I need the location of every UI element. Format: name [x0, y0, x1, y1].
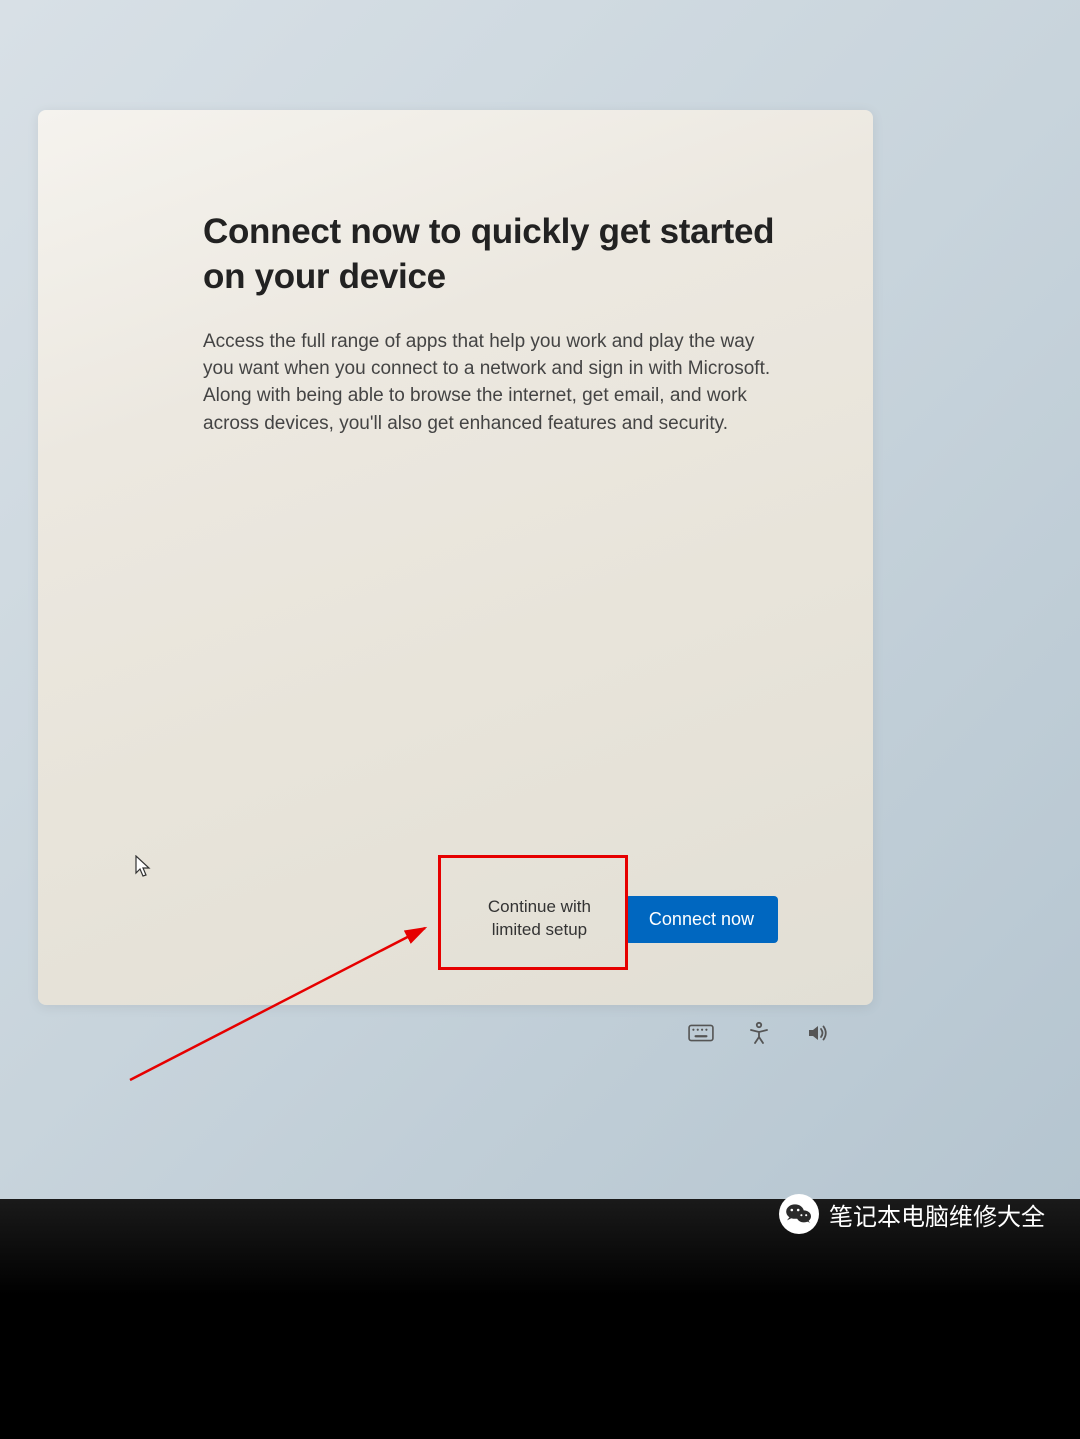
taskbar-system-icons — [688, 1020, 830, 1046]
continue-limited-setup-button[interactable]: Continue with limited setup — [476, 888, 603, 950]
connect-now-button[interactable]: Connect now — [625, 896, 778, 943]
accessibility-icon[interactable] — [746, 1020, 772, 1046]
keyboard-icon[interactable] — [688, 1020, 714, 1046]
volume-icon[interactable] — [804, 1020, 830, 1046]
wechat-icon — [779, 1194, 819, 1234]
photo-bottom-bezel — [0, 1199, 1080, 1439]
oobe-dialog: Connect now to quickly get started on yo… — [38, 110, 873, 1005]
dialog-button-row: Continue with limited setup Connect now — [476, 888, 778, 950]
watermark: 笔记本电脑维修大全 — [779, 1194, 1045, 1234]
dialog-body-text: Access the full range of apps that help … — [203, 328, 778, 437]
watermark-text: 笔记本电脑维修大全 — [829, 1197, 1045, 1232]
dialog-title: Connect now to quickly get started on yo… — [203, 210, 778, 300]
